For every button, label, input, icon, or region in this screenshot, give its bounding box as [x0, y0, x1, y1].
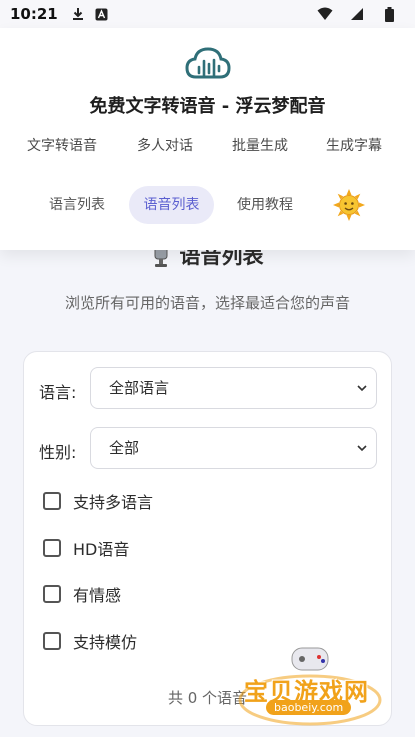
gender-select[interactable]: 全部	[90, 427, 377, 469]
tab-voice-list[interactable]: 语音列表	[129, 186, 214, 224]
nav-batch-generate[interactable]: 批量生成	[232, 135, 288, 155]
app-title: 免费文字转语音 - 浮云梦配音	[89, 96, 326, 117]
page-description: 浏览所有可用的语音，选择最适合您的声音	[64, 294, 350, 312]
checkbox-label: HD语音	[73, 540, 130, 559]
checkbox-multilingual[interactable]: 支持多语言	[43, 491, 154, 512]
language-label: 语言:	[39, 383, 77, 402]
checkbox-emotion[interactable]: 有情感	[43, 584, 122, 605]
chevron-down-icon	[357, 385, 367, 392]
checkbox[interactable]	[43, 632, 61, 650]
tab-language-list[interactable]: 语言列表	[38, 186, 116, 224]
checkbox-label: 支持模仿	[73, 633, 138, 652]
signal-icon	[349, 6, 365, 22]
download-icon	[70, 6, 86, 22]
nav-multi-dialog[interactable]: 多人对话	[137, 135, 193, 155]
tab-tutorial[interactable]: 使用教程	[226, 186, 304, 224]
nav-generate-subtitles[interactable]: 生成字幕	[326, 135, 382, 155]
app-header: 免费文字转语音 - 浮云梦配音 文字转语音 多人对话 批量生成 生成字幕 语言列…	[0, 28, 415, 250]
watermark: 宝贝游戏网 baobeiy.com	[232, 642, 392, 728]
checkbox-imitation[interactable]: 支持模仿	[43, 631, 138, 652]
checkbox-label: 支持多语言	[73, 493, 154, 512]
checkbox-hd-voice[interactable]: HD语音	[43, 538, 130, 559]
status-time: 10:21	[10, 5, 58, 23]
checkbox[interactable]	[43, 585, 61, 603]
sun-icon[interactable]	[333, 189, 365, 221]
a-icon	[94, 6, 110, 22]
checkbox-label: 有情感	[73, 586, 122, 605]
cloud-logo-icon	[185, 47, 231, 79]
checkbox[interactable]	[43, 492, 61, 510]
battery-icon	[381, 6, 397, 22]
checkbox[interactable]	[43, 539, 61, 557]
chevron-down-icon	[357, 445, 367, 452]
language-select[interactable]: 全部语言	[90, 367, 377, 409]
watermark-url: baobeiy.com	[266, 700, 352, 715]
gender-select-value: 全部	[109, 439, 140, 457]
gender-label: 性别:	[39, 443, 77, 462]
wifi-icon	[317, 6, 333, 22]
language-select-value: 全部语言	[109, 379, 170, 397]
main-nav: 文字转语音 多人对话 批量生成 生成字幕	[0, 135, 415, 157]
status-bar: 10:21	[0, 0, 415, 28]
nav-text-to-speech[interactable]: 文字转语音	[27, 135, 97, 155]
